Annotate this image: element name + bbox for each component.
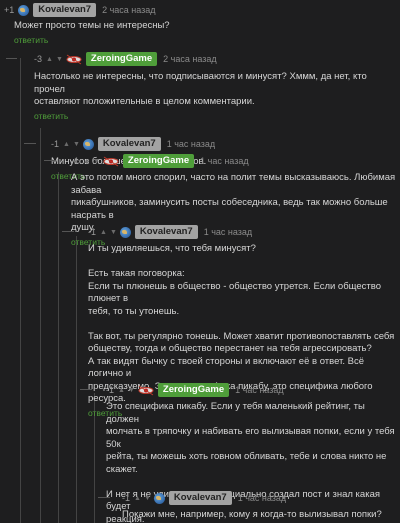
avatar[interactable] <box>18 4 30 16</box>
reply-link[interactable]: ответить <box>0 111 400 121</box>
text-line: Есть такая поговорка: <box>88 268 185 279</box>
vote-up-icon[interactable]: ▲ <box>63 141 70 148</box>
text-line: Так вот, ты регулярно тонешь. Может хват… <box>88 330 395 342</box>
comment-rating: -1 <box>122 493 131 503</box>
comment-rating: -1 <box>51 139 60 149</box>
text-line: оставляют положительные в целом коммента… <box>34 96 255 107</box>
text-line: И ты удивляешься, что тебя минусят? <box>88 243 256 254</box>
vote-down-icon[interactable]: ▼ <box>144 495 151 502</box>
comment-time[interactable]: 1 час назад <box>204 227 252 237</box>
author-name[interactable]: Kovalevan7 <box>97 137 161 151</box>
comment-time[interactable]: 1 час назад <box>200 156 248 166</box>
avatar[interactable] <box>103 156 119 167</box>
vote-up-icon[interactable]: ▲ <box>100 229 107 236</box>
text-line: рейта, ты можешь хоть говном обливать, т… <box>106 451 387 475</box>
avatar[interactable] <box>138 385 154 396</box>
vote-up-icon[interactable]: ▲ <box>118 387 125 394</box>
vote-up-icon[interactable]: ▲ <box>83 158 90 165</box>
comment-rating: -3 <box>34 54 43 64</box>
comment-time[interactable]: 1 час назад <box>235 385 283 395</box>
text-line: обществу, тогда и общество перестанет на… <box>88 343 372 354</box>
avatar[interactable] <box>66 54 82 65</box>
text-line <box>88 256 400 269</box>
avatar[interactable] <box>153 492 165 504</box>
author-name[interactable]: Kovalevan7 <box>168 491 232 505</box>
comment: -3 ▲ ▼ ZeroingGame 2 часа назад Настольк… <box>0 51 400 121</box>
comment-header: -1 ▲ ▼ ZeroingGame 1 час назад <box>0 382 400 398</box>
text-line: Может просто темы не интересны? <box>14 20 170 31</box>
comment-rating: -1 <box>106 385 115 395</box>
reply-link[interactable]: ответить <box>4 35 400 45</box>
vote-down-icon[interactable]: ▼ <box>93 158 100 165</box>
vote-down-icon[interactable]: ▼ <box>56 56 63 63</box>
comment-header: +1 Kovalevan7 2 часа назад <box>4 2 400 18</box>
text-line: А это потом много спорил, часто на полит… <box>71 172 396 196</box>
text-line: Покажи мне, например, кому я когда-то вы… <box>122 509 382 520</box>
text-line: молчать в тряпочку и набивать его вылизы… <box>106 426 395 450</box>
comment-header: -3 ▲ ▼ ZeroingGame 2 часа назад <box>0 51 400 67</box>
comment-header: -1 ▲ ▼ ZeroingGame 1 час назад <box>0 153 400 169</box>
vote-up-icon[interactable]: ▲ <box>46 56 53 63</box>
text-line: Если ты плюнешь в общество - общество ут… <box>88 280 381 305</box>
avatar[interactable] <box>119 226 131 238</box>
text-line: Настолько не интересны, что подписываютс… <box>34 71 367 95</box>
text-line: А так видят бычку с твоей стороны и вклю… <box>88 355 364 380</box>
comment-text: Покажи мне, например, кому я когда-то вы… <box>0 509 400 522</box>
comment-rating: +1 <box>4 5 15 15</box>
comment-rating: -1 <box>71 156 80 166</box>
vote-up-icon[interactable]: ▲ <box>134 495 141 502</box>
comment-header: -1 ▲ ▼ Kovalevan7 1 час назад <box>0 490 400 506</box>
author-name[interactable]: ZeroingGame <box>157 383 230 397</box>
text-line: тебя, то ты утонешь. <box>88 305 180 317</box>
author-name[interactable]: ZeroingGame <box>122 154 195 168</box>
comment-time[interactable]: 1 час назад <box>167 139 215 149</box>
author-name[interactable]: Kovalevan7 <box>134 225 198 239</box>
comment-time[interactable]: 1 час назад <box>238 493 286 503</box>
comment-text: Может просто темы не интересны? <box>4 20 400 33</box>
comment-text: Настолько не интересны, что подписываютс… <box>0 71 400 109</box>
comment: -1 ▲ ▼ Kovalevan7 1 час назад Покажи мне… <box>0 490 400 522</box>
comment-header: -1 ▲ ▼ Kovalevan7 1 час назад <box>0 136 400 152</box>
text-line <box>106 476 400 489</box>
comment: +1 Kovalevan7 2 часа назад Может просто … <box>4 2 400 45</box>
text-line: пикабушников, заминусить посты собеседни… <box>71 197 388 221</box>
author-name[interactable]: Kovalevan7 <box>33 3 97 17</box>
vote-down-icon[interactable]: ▼ <box>128 387 135 394</box>
comment-time[interactable]: 2 часа назад <box>102 5 155 15</box>
avatar[interactable] <box>82 138 94 150</box>
vote-down-icon[interactable]: ▼ <box>110 229 117 236</box>
comment-header: -1 ▲ ▼ Kovalevan7 1 час назад <box>0 224 400 240</box>
vote-down-icon[interactable]: ▼ <box>73 141 80 148</box>
author-name[interactable]: ZeroingGame <box>85 52 158 66</box>
comment-rating: -1 <box>88 227 97 237</box>
text-line <box>88 318 400 331</box>
comment-time[interactable]: 2 часа назад <box>163 54 216 64</box>
text-line: Это специфика пикабу. Если у тебя малень… <box>106 401 365 425</box>
